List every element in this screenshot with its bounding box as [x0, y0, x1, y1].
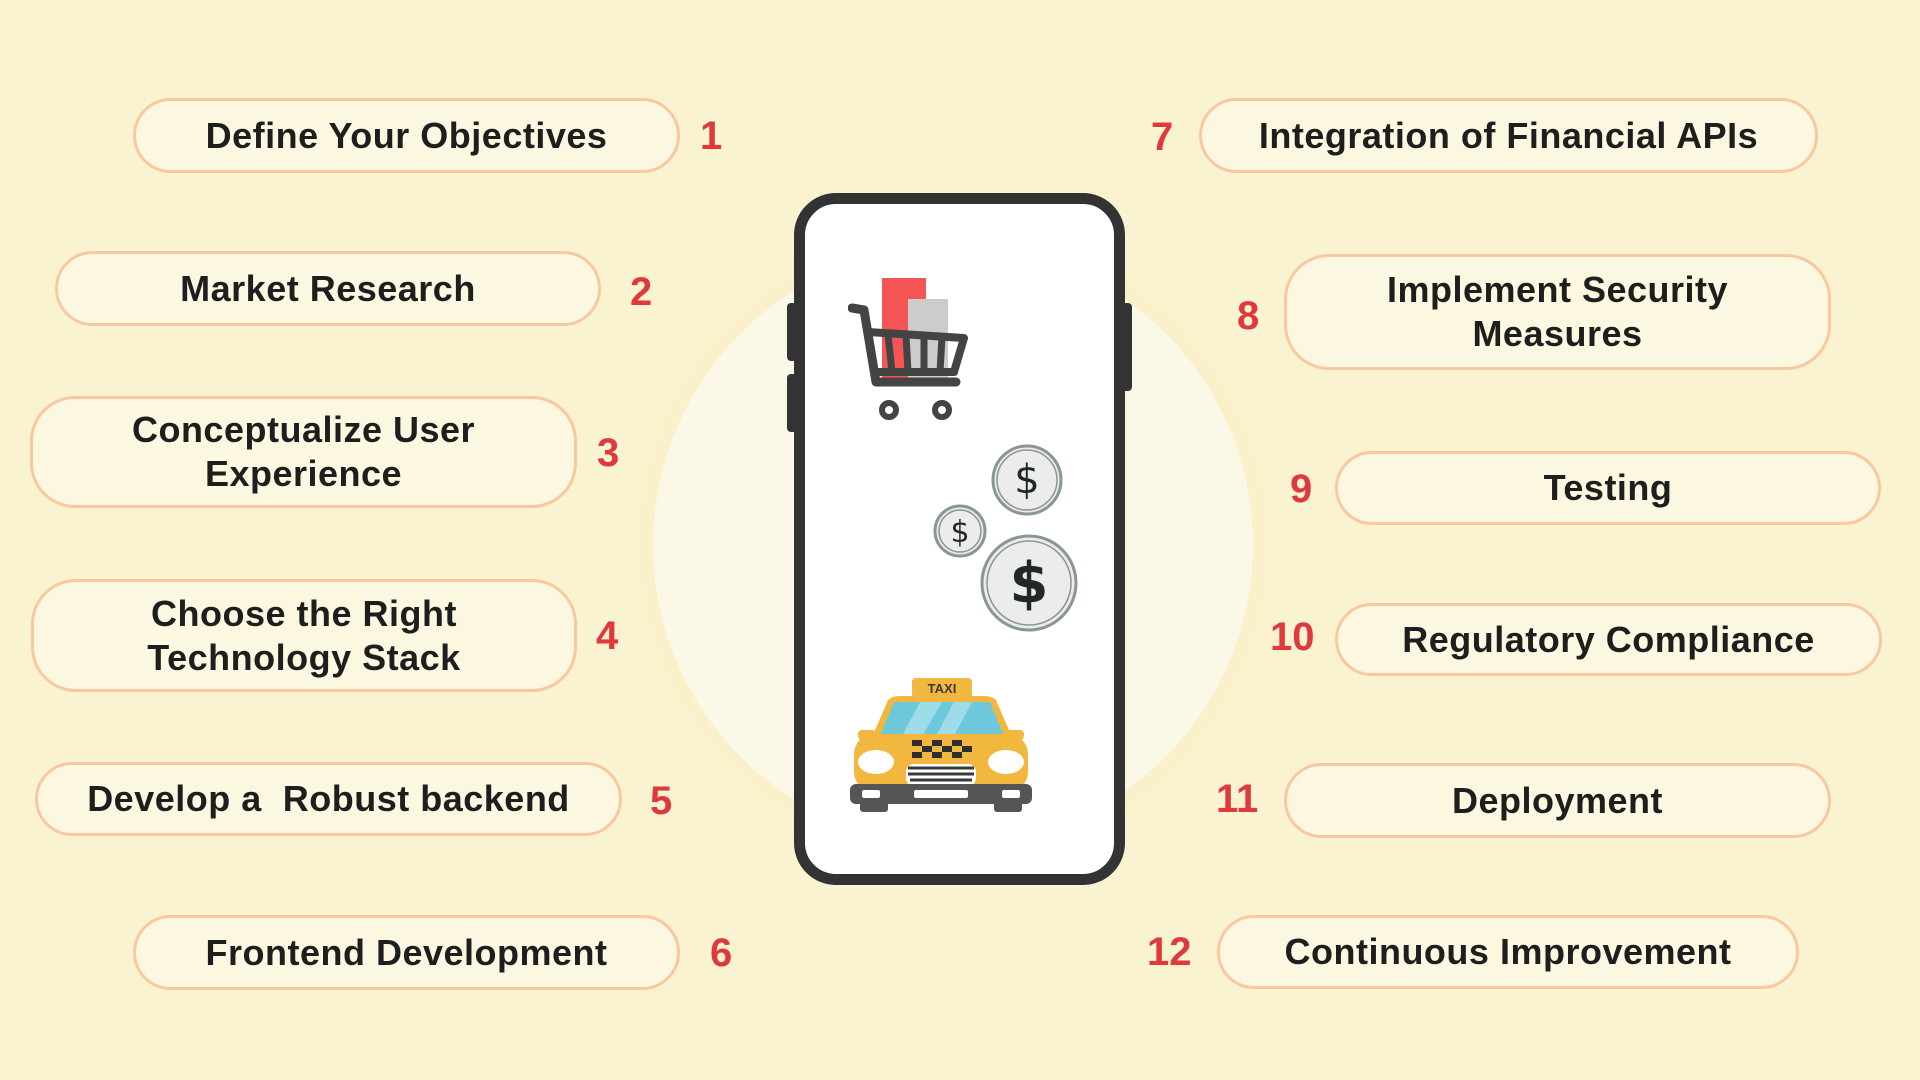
step-9-pill: Testing	[1335, 451, 1881, 525]
step-10-label: Regulatory Compliance	[1402, 618, 1815, 660]
dollar-coin-icon: $	[978, 532, 1080, 634]
step-12-label: Continuous Improvement	[1284, 931, 1732, 972]
step-1-label: Define Your Objectives	[205, 114, 608, 156]
step-11-number: 11	[1216, 777, 1259, 821]
step-12-pill: Continuous Improvement	[1217, 915, 1799, 989]
step-2-number: 2	[630, 270, 653, 314]
step-8-label: Implement Security Measures	[1386, 269, 1729, 354]
step-5-pill: Develop a Robust backend	[35, 762, 622, 836]
step-6-pill: Frontend Development	[133, 915, 680, 990]
dollar-coin-icon: $	[990, 443, 1064, 517]
step-2-label: Market Research	[180, 267, 476, 309]
step-11-label: Deployment	[1451, 779, 1664, 821]
step-12-number: 12	[1147, 930, 1192, 974]
step-3-number: 3	[597, 431, 620, 475]
step-10-number: 10	[1270, 615, 1315, 659]
step-4-label: Choose the Right Technology Stack	[147, 592, 461, 678]
step-8-pill: Implement Security Measures	[1284, 254, 1831, 370]
step-9-label: Testing	[1543, 467, 1673, 508]
svg-text:$: $	[950, 515, 969, 550]
step-11-pill: Deployment	[1284, 763, 1831, 838]
step-8-number: 8	[1237, 294, 1260, 338]
svg-text:$: $	[1014, 457, 1039, 503]
step-3-pill: Conceptualize User Experience	[30, 396, 577, 508]
step-10-pill: Regulatory Compliance	[1335, 603, 1882, 676]
step-7-number: 7	[1151, 115, 1174, 159]
svg-text:$: $	[1010, 551, 1049, 616]
svg-text:TAXI: TAXI	[928, 681, 957, 696]
step-7-pill: Integration of Financial APIs	[1199, 98, 1818, 173]
step-9-number: 9	[1290, 467, 1313, 511]
step-3-label: Conceptualize User Experience	[131, 409, 476, 494]
shopping-cart-icon	[847, 272, 974, 422]
step-1-pill: Define Your Objectives	[133, 98, 680, 173]
step-5-number: 5	[650, 779, 673, 823]
step-4-pill: Choose the Right Technology Stack	[31, 579, 577, 692]
step-5-label: Develop a Robust backend	[87, 778, 570, 819]
step-2-pill: Market Research	[55, 251, 601, 326]
step-6-label: Frontend Development	[205, 931, 608, 973]
step-4-number: 4	[596, 614, 619, 658]
step-1-number: 1	[700, 114, 723, 158]
taxi-icon: TAXI	[850, 678, 1032, 812]
step-6-number: 6	[710, 931, 733, 975]
step-7-label: Integration of Financial APIs	[1258, 114, 1759, 156]
